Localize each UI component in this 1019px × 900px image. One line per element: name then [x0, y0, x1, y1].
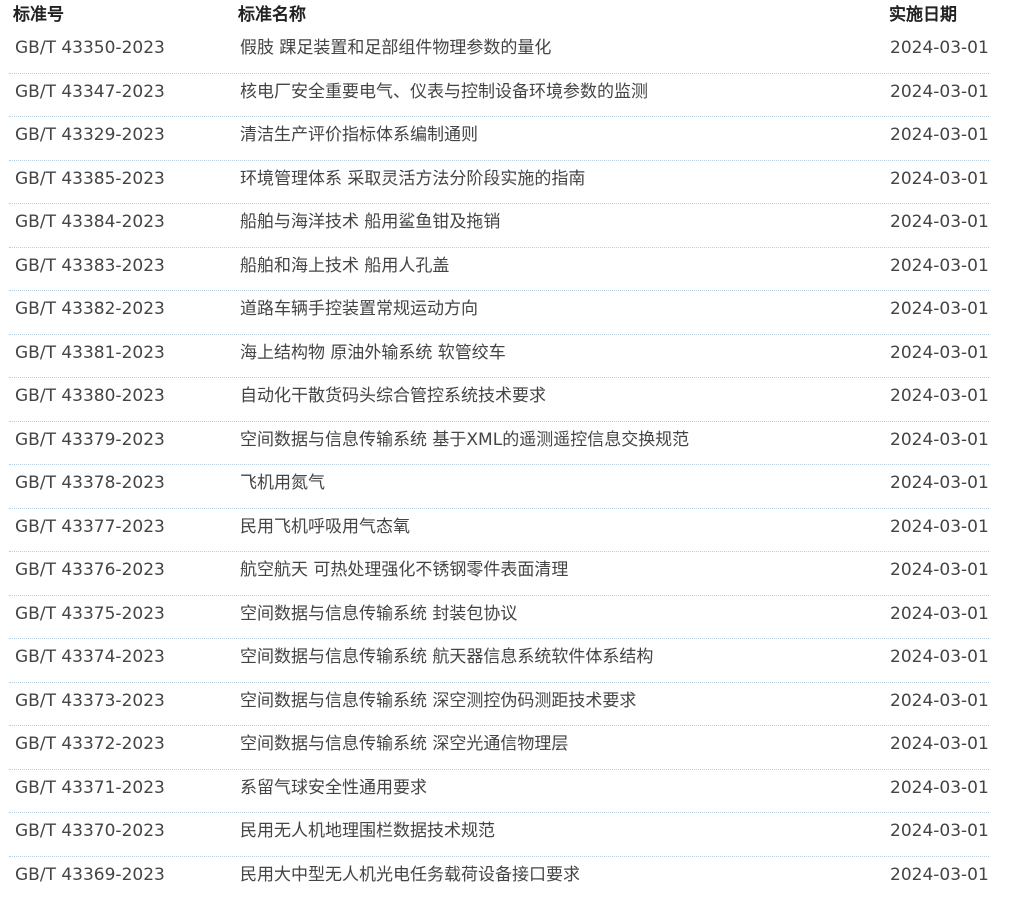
- table-row[interactable]: GB/T 43379-2023 空间数据与信息传输系统 基于XML的遥测遥控信息交…: [0, 422, 1019, 466]
- implementation-date: 2024-03-01: [890, 124, 989, 146]
- implementation-date: 2024-03-01: [890, 298, 989, 320]
- standard-name-link[interactable]: 空间数据与信息传输系统 航天器信息系统软件体系结构: [240, 646, 653, 668]
- standard-code[interactable]: GB/T 43374-2023: [15, 646, 165, 668]
- table-row[interactable]: GB/T 43372-2023 空间数据与信息传输系统 深空光通信物理层 2024-…: [0, 726, 1019, 770]
- implementation-date: 2024-03-01: [890, 864, 989, 886]
- header-standard-code[interactable]: 标准号: [13, 4, 64, 26]
- standard-name-link[interactable]: 空间数据与信息传输系统 深空测控伪码测距技术要求: [240, 690, 636, 712]
- standard-name-link[interactable]: 飞机用氮气: [240, 472, 325, 494]
- implementation-date: 2024-03-01: [890, 516, 989, 538]
- table-row[interactable]: GB/T 43381-2023 海上结构物 原油外输系统 软管绞车 2024-03-…: [0, 335, 1019, 379]
- standard-name-link[interactable]: 空间数据与信息传输系统 深空光通信物理层: [240, 733, 568, 755]
- standard-name-link[interactable]: 船舶和海上技术 船用人孔盖: [240, 255, 449, 277]
- table-row[interactable]: GB/T 43383-2023 船舶和海上技术 船用人孔盖 2024-03-01: [0, 248, 1019, 292]
- table-row[interactable]: GB/T 43382-2023 道路车辆手控装置常规运动方向 2024-03-01: [0, 291, 1019, 335]
- standard-code[interactable]: GB/T 43371-2023: [15, 777, 165, 799]
- implementation-date: 2024-03-01: [890, 472, 989, 494]
- implementation-date: 2024-03-01: [890, 777, 989, 799]
- implementation-date: 2024-03-01: [890, 646, 989, 668]
- standard-code[interactable]: GB/T 43375-2023: [15, 603, 165, 625]
- table-row[interactable]: GB/T 43375-2023 空间数据与信息传输系统 封装包协议 2024-03-…: [0, 596, 1019, 640]
- standard-name-link[interactable]: 空间数据与信息传输系统 基于XML的遥测遥控信息交换规范: [240, 429, 689, 451]
- standard-name-link[interactable]: 环境管理体系 采取灵活方法分阶段实施的指南: [240, 168, 585, 190]
- header-standard-name[interactable]: 标准名称: [238, 4, 306, 26]
- implementation-date: 2024-03-01: [890, 603, 989, 625]
- table-row[interactable]: GB/T 43347-2023 核电厂安全重要电气、仪表与控制设备环境参数的监测 2…: [0, 74, 1019, 118]
- standard-code[interactable]: GB/T 43381-2023: [15, 342, 165, 364]
- implementation-date: 2024-03-01: [890, 820, 989, 842]
- table-row[interactable]: GB/T 43371-2023 系留气球安全性通用要求 2024-03-01: [0, 770, 1019, 814]
- standard-name-link[interactable]: 海上结构物 原油外输系统 软管绞车: [240, 342, 506, 364]
- standard-name-link[interactable]: 道路车辆手控装置常规运动方向: [240, 298, 478, 320]
- standard-code[interactable]: GB/T 43384-2023: [15, 211, 165, 233]
- standards-table: 标准号 标准名称 实施日期 GB/T 43350-2023 假肢 踝足装置和足部组…: [0, 0, 1019, 892]
- standard-code[interactable]: GB/T 43370-2023: [15, 820, 165, 842]
- table-row[interactable]: GB/T 43373-2023 空间数据与信息传输系统 深空测控伪码测距技术要求 2…: [0, 683, 1019, 727]
- standard-code[interactable]: GB/T 43385-2023: [15, 168, 165, 190]
- standard-name-link[interactable]: 空间数据与信息传输系统 封装包协议: [240, 603, 517, 625]
- table-row[interactable]: GB/T 43380-2023 自动化干散货码头综合管控系统技术要求 2024-03…: [0, 378, 1019, 422]
- implementation-date: 2024-03-01: [890, 255, 989, 277]
- header-implementation-date[interactable]: 实施日期: [889, 4, 957, 26]
- implementation-date: 2024-03-01: [890, 342, 989, 364]
- standard-code[interactable]: GB/T 43329-2023: [15, 124, 165, 146]
- standard-code[interactable]: GB/T 43347-2023: [15, 81, 165, 103]
- standard-code[interactable]: GB/T 43373-2023: [15, 690, 165, 712]
- implementation-date: 2024-03-01: [890, 81, 989, 103]
- table-row[interactable]: GB/T 43329-2023 清洁生产评价指标体系编制通则 2024-03-01: [0, 117, 1019, 161]
- standard-code[interactable]: GB/T 43369-2023: [15, 864, 165, 886]
- standard-name-link[interactable]: 民用大中型无人机光电任务载荷设备接口要求: [240, 864, 580, 886]
- standard-name-link[interactable]: 自动化干散货码头综合管控系统技术要求: [240, 385, 546, 407]
- standard-code[interactable]: GB/T 43382-2023: [15, 298, 165, 320]
- table-row[interactable]: GB/T 43378-2023 飞机用氮气 2024-03-01: [0, 465, 1019, 509]
- implementation-date: 2024-03-01: [890, 385, 989, 407]
- standard-name-link[interactable]: 民用无人机地理围栏数据技术规范: [240, 820, 495, 842]
- table-body: GB/T 43350-2023 假肢 踝足装置和足部组件物理参数的量化 2024-0…: [0, 30, 1019, 900]
- standard-code[interactable]: GB/T 43376-2023: [15, 559, 165, 581]
- standard-name-link[interactable]: 民用飞机呼吸用气态氧: [240, 516, 410, 538]
- table-row[interactable]: GB/T 43377-2023 民用飞机呼吸用气态氧 2024-03-01: [0, 509, 1019, 553]
- standard-code[interactable]: GB/T 43380-2023: [15, 385, 165, 407]
- implementation-date: 2024-03-01: [890, 733, 989, 755]
- standard-code[interactable]: GB/T 43383-2023: [15, 255, 165, 277]
- implementation-date: 2024-03-01: [890, 429, 989, 451]
- standard-code[interactable]: GB/T 43377-2023: [15, 516, 165, 538]
- table-header: 标准号 标准名称 实施日期: [0, 0, 1019, 30]
- table-row[interactable]: GB/T 43350-2023 假肢 踝足装置和足部组件物理参数的量化 2024-0…: [0, 30, 1019, 74]
- standard-name-link[interactable]: 假肢 踝足装置和足部组件物理参数的量化: [240, 37, 551, 59]
- table-row[interactable]: GB/T 43374-2023 空间数据与信息传输系统 航天器信息系统软件体系结构…: [0, 639, 1019, 683]
- implementation-date: 2024-03-01: [890, 690, 989, 712]
- implementation-date: 2024-03-01: [890, 559, 989, 581]
- implementation-date: 2024-03-01: [890, 37, 989, 59]
- table-row[interactable]: GB/T 43370-2023 民用无人机地理围栏数据技术规范 2024-03-01: [0, 813, 1019, 857]
- table-row[interactable]: GB/T 43385-2023 环境管理体系 采取灵活方法分阶段实施的指南 2024…: [0, 161, 1019, 205]
- implementation-date: 2024-03-01: [890, 168, 989, 190]
- standard-name-link[interactable]: 船舶与海洋技术 船用鲨鱼钳及拖销: [240, 211, 500, 233]
- implementation-date: 2024-03-01: [890, 211, 989, 233]
- standard-code[interactable]: GB/T 43372-2023: [15, 733, 165, 755]
- table-row[interactable]: GB/T 43384-2023 船舶与海洋技术 船用鲨鱼钳及拖销 2024-03-0…: [0, 204, 1019, 248]
- standard-code[interactable]: GB/T 43379-2023: [15, 429, 165, 451]
- standard-name-link[interactable]: 清洁生产评价指标体系编制通则: [240, 124, 478, 146]
- standard-name-link[interactable]: 系留气球安全性通用要求: [240, 777, 427, 799]
- table-row[interactable]: GB/T 43376-2023 航空航天 可热处理强化不锈钢零件表面清理 2024-…: [0, 552, 1019, 596]
- standard-name-link[interactable]: 航空航天 可热处理强化不锈钢零件表面清理: [240, 559, 568, 581]
- standard-code[interactable]: GB/T 43378-2023: [15, 472, 165, 494]
- standard-code[interactable]: GB/T 43350-2023: [15, 37, 165, 59]
- standard-name-link[interactable]: 核电厂安全重要电气、仪表与控制设备环境参数的监测: [240, 81, 648, 103]
- table-row[interactable]: GB/T 43369-2023 民用大中型无人机光电任务载荷设备接口要求 2024-…: [0, 857, 1019, 900]
